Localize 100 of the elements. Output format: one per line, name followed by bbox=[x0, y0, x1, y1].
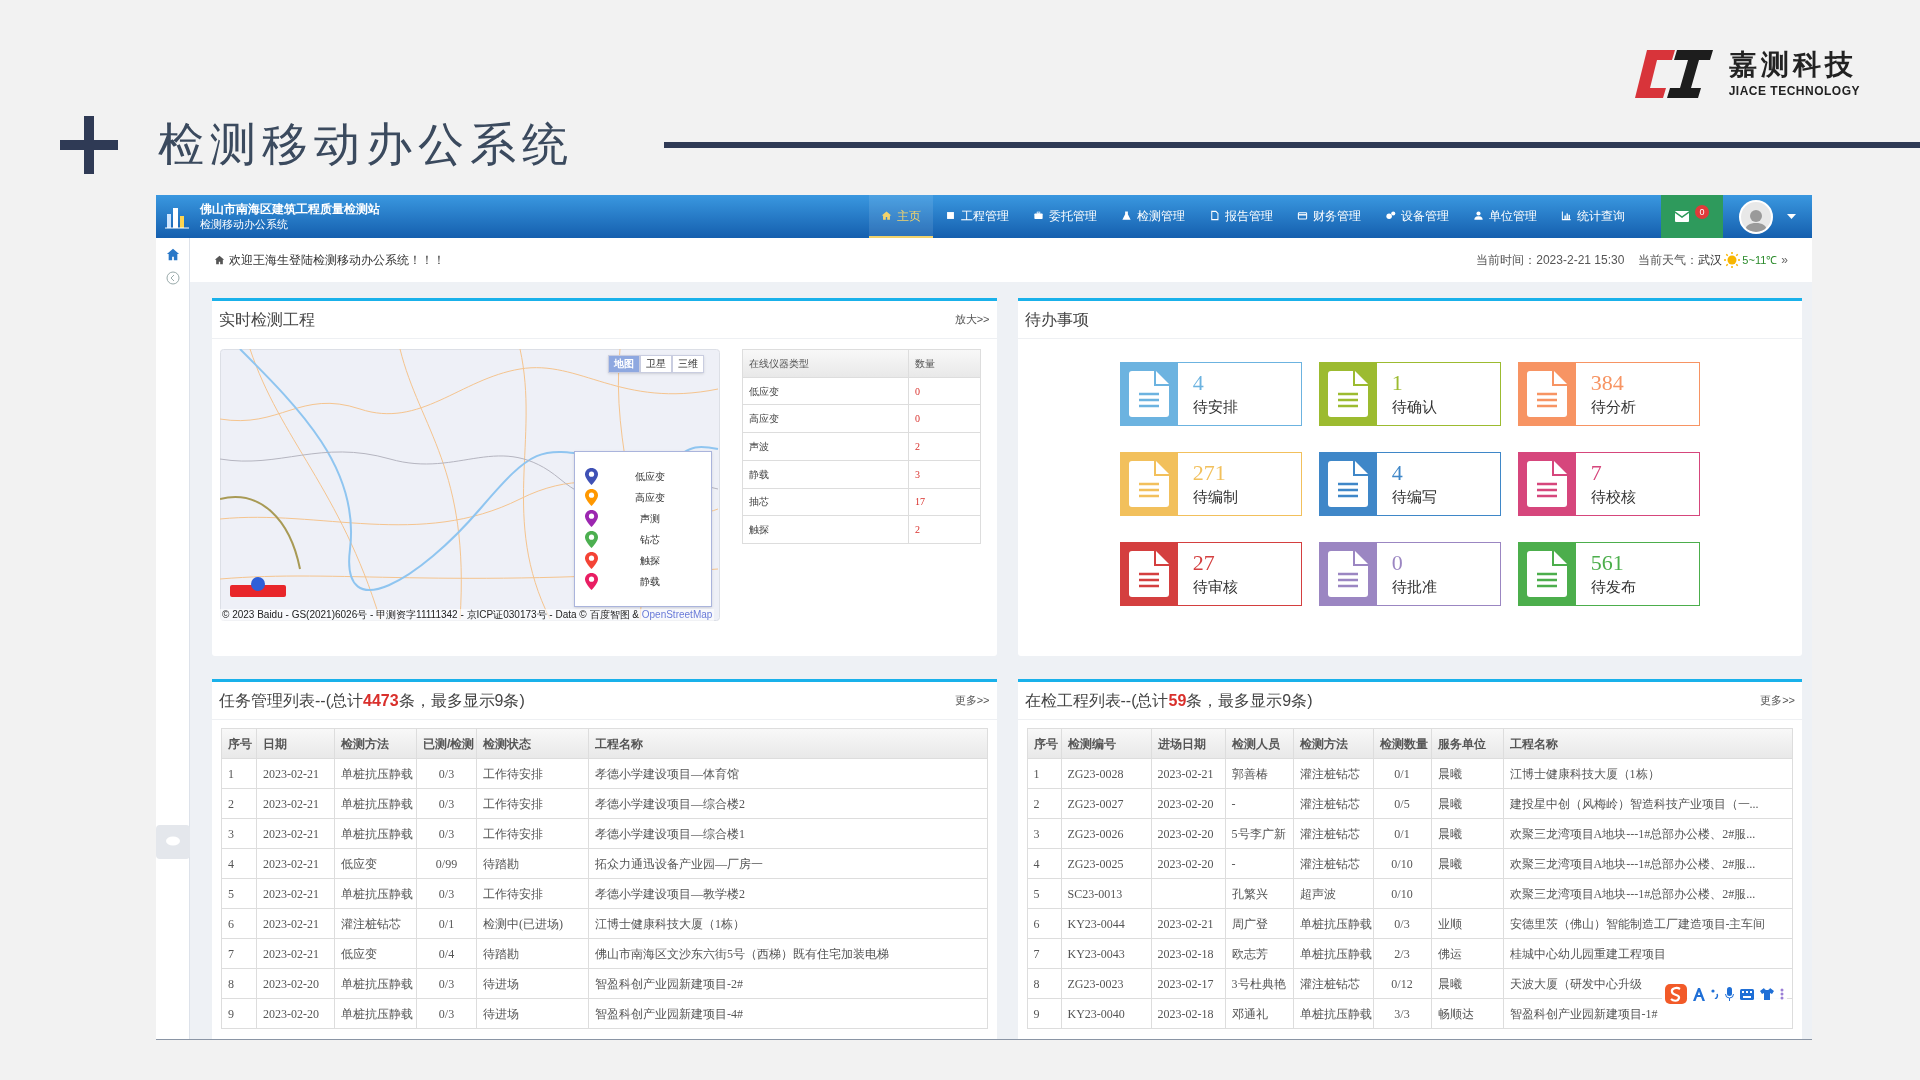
nav-tab[interactable]: 检测管理 bbox=[1109, 195, 1197, 238]
nav-tab[interactable]: 工程管理 bbox=[933, 195, 1021, 238]
table-header-cell: 日期 bbox=[256, 728, 335, 759]
nav-tab[interactable]: 统计查询 bbox=[1549, 195, 1637, 238]
todo-card[interactable]: 1 待确认 bbox=[1318, 362, 1501, 426]
sun-icon bbox=[1724, 252, 1741, 268]
table-cell: 晨曦 bbox=[1431, 758, 1503, 789]
map-attribution-link[interactable]: OpenStreetMap bbox=[641, 609, 713, 620]
table-cell: 高应变 bbox=[742, 404, 909, 433]
nav-tab[interactable]: 报告管理 bbox=[1197, 195, 1285, 238]
nav-tab[interactable]: 财务管理 bbox=[1285, 195, 1373, 238]
todo-card[interactable]: 4 待编写 bbox=[1318, 452, 1501, 516]
table-cell: 3 bbox=[908, 460, 981, 488]
map-logo-icon bbox=[230, 577, 286, 597]
nav-tab[interactable]: 委托管理 bbox=[1021, 195, 1109, 238]
table-cell: 单桩抗压静载 bbox=[1293, 908, 1373, 939]
font-icon[interactable] bbox=[1693, 987, 1705, 1001]
todo-card[interactable]: 7 待校核 bbox=[1517, 452, 1700, 516]
microphone-icon[interactable] bbox=[1725, 987, 1734, 1001]
map-type-tab[interactable]: 卫星 bbox=[640, 355, 672, 373]
table-cell: 待踏勘 bbox=[476, 938, 589, 969]
todo-count: 4 bbox=[1391, 460, 1404, 486]
panel-more-link[interactable]: 放大>> bbox=[954, 311, 990, 328]
todo-count: 1 bbox=[1391, 370, 1404, 396]
keyboard-icon[interactable] bbox=[1740, 988, 1754, 1000]
table-cell: 欢聚三龙湾项目A地块---1#总部办公楼、2#服... bbox=[1503, 878, 1793, 909]
map-pin-icon bbox=[585, 468, 598, 485]
legend-label: 低应变 bbox=[633, 470, 666, 484]
todo-card[interactable]: 27 待审核 bbox=[1119, 542, 1302, 606]
table-cell: 2023-02-21 bbox=[256, 848, 335, 879]
table-cell: ZG23-0028 bbox=[1061, 758, 1151, 789]
table-cell: 0/4 bbox=[416, 938, 477, 969]
table-header-cell: 检测人员 bbox=[1225, 728, 1293, 759]
table-cell: 9 bbox=[1027, 998, 1061, 1029]
table-cell: 灌注桩钻芯 bbox=[1293, 818, 1373, 849]
grip-icon[interactable] bbox=[1780, 987, 1784, 1001]
punctuation-icon[interactable] bbox=[1711, 989, 1719, 999]
table-cell: 单桩抗压静载 bbox=[1293, 938, 1373, 969]
table-cell: 0/3 bbox=[416, 998, 477, 1029]
todo-count: 7 bbox=[1590, 460, 1603, 486]
todo-card[interactable]: 0 待批准 bbox=[1318, 542, 1501, 606]
map-pin-icon bbox=[585, 510, 598, 527]
caret-icon[interactable] bbox=[1787, 214, 1796, 219]
panel-more-link[interactable]: 更多>> bbox=[954, 692, 990, 709]
table-cell: 2023-02-21 bbox=[256, 878, 335, 909]
table-cell: SC23-0013 bbox=[1061, 878, 1151, 909]
table-cell: 孝德小学建设项目—教学楼2 bbox=[588, 878, 987, 909]
table-cell: 3号杜典艳 bbox=[1225, 968, 1293, 999]
document-icon bbox=[1328, 551, 1369, 597]
todo-card[interactable]: 561 待发布 bbox=[1517, 542, 1700, 606]
document-icon bbox=[1527, 371, 1568, 417]
table-cell: 工作待安排 bbox=[476, 788, 589, 819]
table-cell: 2023-02-21 bbox=[256, 788, 335, 819]
table-cell: 佛山市南海区文沙东六街5号（西梯）既有住宅加装电梯 bbox=[588, 938, 987, 969]
table-cell: 1 bbox=[221, 758, 257, 789]
table-cell: 1 bbox=[1027, 758, 1061, 789]
mail-icon bbox=[1675, 211, 1690, 222]
table-cell: 单桩抗压静载 bbox=[334, 968, 417, 999]
map-attribution: © 2023 Baidu - GS(2021)6026号 - 甲测资字11111342 - 京ICP证030173号 - Data © 百度智图 & bbox=[222, 609, 640, 620]
document-icon bbox=[1527, 461, 1568, 507]
legend-label: 钻芯 bbox=[638, 533, 661, 547]
nav-tab[interactable]: 单位管理 bbox=[1461, 195, 1549, 238]
table-cell: 0/10 bbox=[1373, 848, 1431, 879]
table-cell: 灌注桩钻芯 bbox=[1293, 788, 1373, 819]
todo-label: 待安排 bbox=[1192, 397, 1238, 417]
todo-card[interactable]: 384 待分析 bbox=[1517, 362, 1700, 426]
todo-label: 待批准 bbox=[1391, 577, 1437, 597]
table-cell: 2023-02-20 bbox=[1151, 818, 1225, 849]
weather-more-link[interactable]: » bbox=[1781, 251, 1788, 269]
nav-tab[interactable]: 设备管理 bbox=[1373, 195, 1461, 238]
panel-more-link[interactable]: 更多>> bbox=[1760, 692, 1795, 709]
todo-card[interactable]: 271 待编制 bbox=[1119, 452, 1302, 516]
table-header-cell: 检测方法 bbox=[1293, 728, 1373, 759]
ime-logo-icon[interactable] bbox=[1665, 984, 1687, 1004]
table-cell: 畅顺达 bbox=[1431, 998, 1503, 1029]
table-cell: 7 bbox=[221, 938, 257, 969]
avatar[interactable] bbox=[1739, 199, 1773, 234]
table-cell: 待进场 bbox=[476, 998, 589, 1029]
table-cell: 孝德小学建设项目—综合楼1 bbox=[588, 818, 987, 849]
logo-name: 嘉测科技 bbox=[1728, 48, 1858, 82]
table-cell: 待踏勘 bbox=[476, 848, 589, 879]
table-cell: 2023-02-21 bbox=[1151, 758, 1225, 789]
table-header-cell: 数量 bbox=[908, 349, 981, 378]
home-icon[interactable] bbox=[165, 248, 180, 261]
collapse-icon[interactable] bbox=[165, 271, 180, 285]
table-cell: 周广登 bbox=[1225, 908, 1293, 939]
table-cell: 孝德小学建设项目—体育馆 bbox=[588, 758, 987, 789]
table-cell: 2023-02-21 bbox=[256, 908, 335, 939]
home-icon bbox=[881, 210, 892, 221]
table-header-cell: 检测数量 bbox=[1373, 728, 1431, 759]
todo-card[interactable]: 4 待安排 bbox=[1119, 362, 1302, 426]
mail-button[interactable]: 0 bbox=[1661, 195, 1723, 238]
table-cell: 孝德小学建设项目—综合楼2 bbox=[588, 788, 987, 819]
document-icon bbox=[1328, 371, 1369, 417]
todo-label: 待确认 bbox=[1391, 397, 1437, 417]
table-cell: 业顺 bbox=[1431, 908, 1503, 939]
table-cell: 待进场 bbox=[476, 968, 589, 999]
table-cell: 灌注桩钻芯 bbox=[1293, 758, 1373, 789]
shirt-icon[interactable] bbox=[1760, 988, 1774, 1000]
map-type-tab[interactable]: 三维 bbox=[672, 355, 704, 373]
